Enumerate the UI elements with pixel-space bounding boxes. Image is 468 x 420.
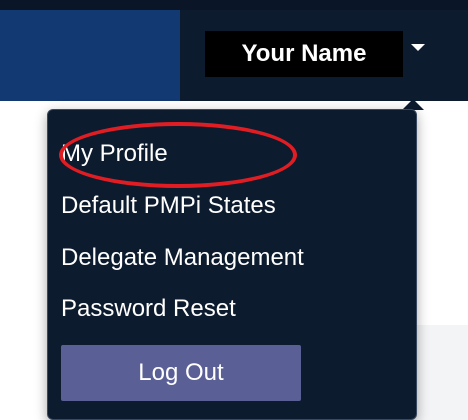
menu-item-my-profile[interactable]: My Profile <box>61 139 168 169</box>
user-name-toggle[interactable]: Your Name <box>205 31 403 77</box>
menu-item-password-reset[interactable]: Password Reset <box>61 294 236 324</box>
nav-blue-panel <box>0 0 180 101</box>
menu-item-default-pmpi-states[interactable]: Default PMPi States <box>61 191 276 221</box>
nav-top-strip <box>0 0 468 10</box>
caret-down-icon[interactable] <box>411 44 425 51</box>
logout-button[interactable]: Log Out <box>61 345 301 401</box>
menu-item-delegate-management[interactable]: Delegate Management <box>61 243 304 273</box>
